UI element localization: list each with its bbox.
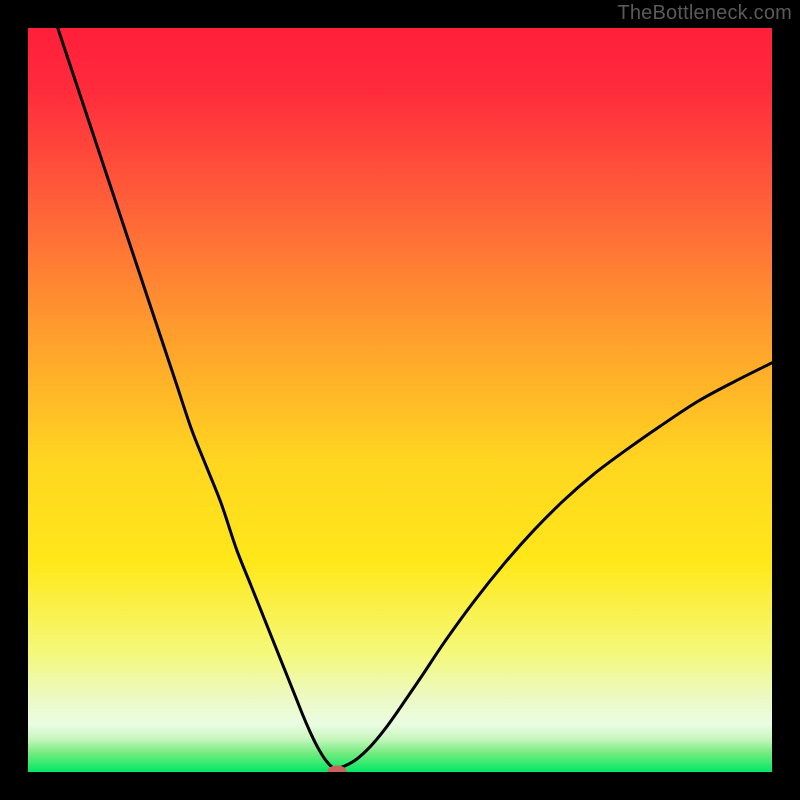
- chart-container: TheBottleneck.com: [0, 0, 800, 800]
- optimum-marker: [327, 765, 346, 772]
- chart-svg: [28, 28, 772, 772]
- watermark-text: TheBottleneck.com: [617, 2, 792, 25]
- plot-area: [28, 28, 772, 772]
